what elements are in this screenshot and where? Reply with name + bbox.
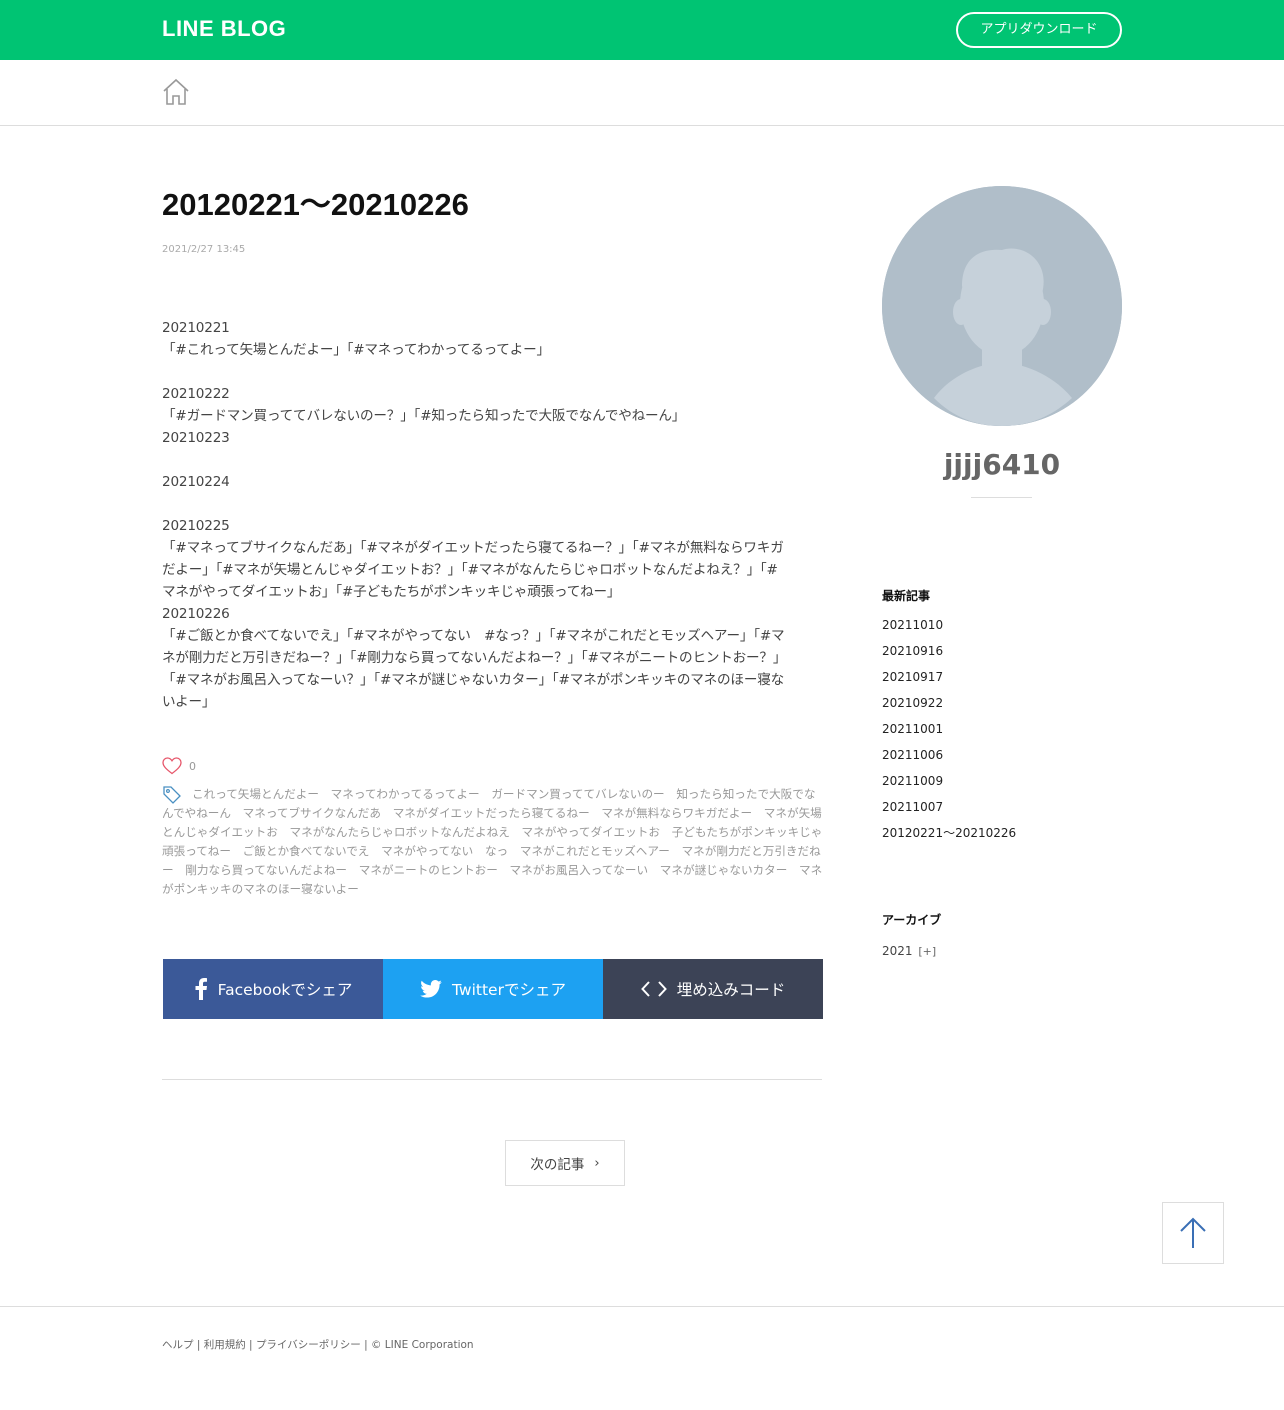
article-body-line: いよー」 bbox=[162, 694, 216, 710]
article-divider bbox=[162, 1079, 822, 1080]
archive-expand-toggle[interactable]: [+] bbox=[918, 945, 936, 958]
line-blog-logo[interactable]: LINE BLOG bbox=[162, 17, 286, 41]
arrow-up-icon bbox=[1180, 1217, 1206, 1248]
tag-list: これって矢場とんだよー マネってわかってるってよー ガードマン買っててバレないの… bbox=[162, 785, 824, 899]
article-body-line: 20210222 bbox=[162, 386, 230, 402]
tag-link[interactable]: マネがやってダイエットお bbox=[522, 825, 660, 839]
archive-year-2021[interactable]: 2021 [+] bbox=[882, 944, 936, 958]
facebook-icon bbox=[195, 978, 207, 1000]
sub-navigation bbox=[0, 60, 1284, 126]
article-body-line: 20210223 bbox=[162, 430, 230, 446]
tag-link[interactable]: マネがやってない bbox=[381, 844, 473, 858]
tag-link[interactable]: これって矢場とんだよー bbox=[192, 787, 319, 801]
help-link[interactable]: ヘルプ bbox=[162, 1339, 194, 1351]
article-body-line: 20210226 bbox=[162, 606, 230, 622]
tag-link[interactable]: マネが謎じゃないカター bbox=[660, 863, 788, 877]
privacy-link[interactable]: プライバシーポリシー bbox=[256, 1339, 361, 1351]
top-bar: LINE BLOG アプリダウンロード bbox=[0, 0, 1284, 60]
article-title: 20120221〜20210226 bbox=[162, 187, 469, 222]
article-body-line: 20210225 bbox=[162, 518, 230, 534]
code-brackets-icon bbox=[640, 981, 667, 997]
tag-link[interactable]: マネがニートのヒントおー bbox=[359, 863, 498, 877]
recent-article-link[interactable]: 20211001 bbox=[882, 718, 1016, 744]
article-body: 20210221 「#これって矢場とんだよー」「#マネってわかってるってよー」 20… bbox=[162, 317, 824, 713]
article-body-line: 「#これって矢場とんだよー」「#マネってわかってるってよー」 bbox=[162, 342, 550, 358]
tag-link[interactable]: マネが無料ならワキガだよー bbox=[601, 806, 752, 820]
next-article-label: 次の記事 bbox=[530, 1157, 585, 1173]
scroll-to-top-button[interactable] bbox=[1162, 1202, 1224, 1264]
article-body-line bbox=[162, 449, 824, 471]
like-count: 0 bbox=[189, 759, 196, 773]
like-button[interactable]: 0 bbox=[162, 756, 196, 776]
twitter-share-label: Twitterでシェア bbox=[452, 981, 566, 999]
recent-article-link[interactable]: 20211010 bbox=[882, 614, 1016, 640]
article-body-line: 「#ガードマン買っててバレないのー？」「#知ったら知ったで大阪でなんでやねーん」 bbox=[162, 408, 686, 424]
twitter-share-button[interactable]: Twitterでシェア bbox=[383, 959, 603, 1019]
tag-link[interactable]: ご飯とか食べてないでえ bbox=[243, 844, 370, 858]
share-bar: Facebookでシェア Twitterでシェア 埋め込みコード bbox=[163, 959, 823, 1019]
recent-articles-heading: 最新記事 bbox=[882, 589, 931, 603]
recent-article-link[interactable]: 20210922 bbox=[882, 692, 1016, 718]
terms-link[interactable]: 利用規約 bbox=[204, 1339, 246, 1351]
article-body-line: 「#マネってブサイクなんだあ」「#マネがダイエットだったら寝てるねー？」「#マネ… bbox=[162, 540, 784, 556]
article-body-line: 20210224 bbox=[162, 474, 230, 490]
recent-article-link[interactable]: 20211009 bbox=[882, 770, 1016, 796]
footer-links: ヘルプ | 利用規約 | プライバシーポリシー | © LINE Corpora… bbox=[162, 1339, 474, 1351]
embed-code-button[interactable]: 埋め込みコード bbox=[603, 959, 823, 1019]
article-body-line: だよー」「#マネが矢場とんじゃダイエットお？」「#マネがなんたらじゃロボットなん… bbox=[162, 562, 778, 578]
tag-link[interactable]: マネってわかってるってよー bbox=[331, 787, 480, 801]
heart-icon bbox=[162, 757, 182, 775]
footer: ヘルプ | 利用規約 | プライバシーポリシー | © LINE Corpora… bbox=[0, 1306, 1284, 1410]
recent-article-link[interactable]: 20211007 bbox=[882, 796, 1016, 822]
archive-year-label: 2021 bbox=[882, 944, 913, 958]
article-body-line: マネがやってダイエットお」「#子どもたちがポンキッキじゃ頑張ってねー」 bbox=[162, 584, 621, 600]
article-body-line: ネが剛力だと万引きだねー？」「#剛力なら買ってないんだよねー？」「#マネがニート… bbox=[162, 650, 787, 666]
recent-articles-list: 20211010 20210916 20210917 20210922 20211001… bbox=[882, 614, 1016, 848]
recent-article-link[interactable]: 20210916 bbox=[882, 640, 1016, 666]
username-underline bbox=[971, 497, 1032, 498]
recent-article-link[interactable]: 20120221〜20210226 bbox=[882, 822, 1016, 848]
avatar[interactable] bbox=[882, 186, 1122, 426]
article-body-line bbox=[162, 361, 824, 383]
article-body-line: 「#マネがお風呂入ってなーい？」「#マネが謎じゃないカター」「#マネがポンキッキ… bbox=[162, 672, 785, 688]
tag-link[interactable]: ガードマン買っててバレないのー bbox=[491, 787, 664, 801]
chevron-right-icon: › bbox=[594, 1155, 600, 1171]
recent-article-link[interactable]: 20211006 bbox=[882, 744, 1016, 770]
article-body-line: 「#ご飯とか食べてないでえ」「#マネがやってない #なっ？」「#マネがこれだとモ… bbox=[162, 628, 785, 644]
recent-article-link[interactable]: 20210917 bbox=[882, 666, 1016, 692]
article-body-line bbox=[162, 493, 824, 515]
tag-link[interactable]: マネがなんたらじゃロボットなんだよねえ bbox=[290, 825, 510, 839]
embed-code-label: 埋め込みコード bbox=[676, 981, 786, 999]
tag-link[interactable]: マネがこれだとモッズヘアー bbox=[520, 844, 670, 858]
twitter-icon bbox=[420, 980, 442, 998]
facebook-share-button[interactable]: Facebookでシェア bbox=[163, 959, 383, 1019]
tag-link[interactable]: なっ bbox=[485, 844, 508, 858]
blog-username[interactable]: jjjj6410 bbox=[882, 448, 1122, 481]
tag-link[interactable]: マネがお風呂入ってなーい bbox=[510, 863, 649, 877]
copyright: © LINE Corporation bbox=[370, 1339, 474, 1351]
next-article-button[interactable]: 次の記事 › bbox=[505, 1140, 625, 1186]
tag-link[interactable]: マネがダイエットだったら寝てるねー bbox=[393, 806, 590, 820]
archive-heading: アーカイブ bbox=[882, 913, 942, 927]
article-body-line: 20210221 bbox=[162, 320, 230, 336]
article-date: 2021/2/27 13:45 bbox=[162, 244, 246, 255]
app-download-button[interactable]: アプリダウンロード bbox=[956, 12, 1122, 48]
tag-link[interactable]: マネってブサイクなんだあ bbox=[243, 806, 381, 820]
home-icon[interactable] bbox=[162, 78, 190, 106]
default-user-icon bbox=[882, 186, 1122, 426]
facebook-share-label: Facebookでシェア bbox=[217, 981, 353, 999]
tag-link[interactable]: 剛力なら買ってないんだよねー bbox=[185, 863, 347, 877]
